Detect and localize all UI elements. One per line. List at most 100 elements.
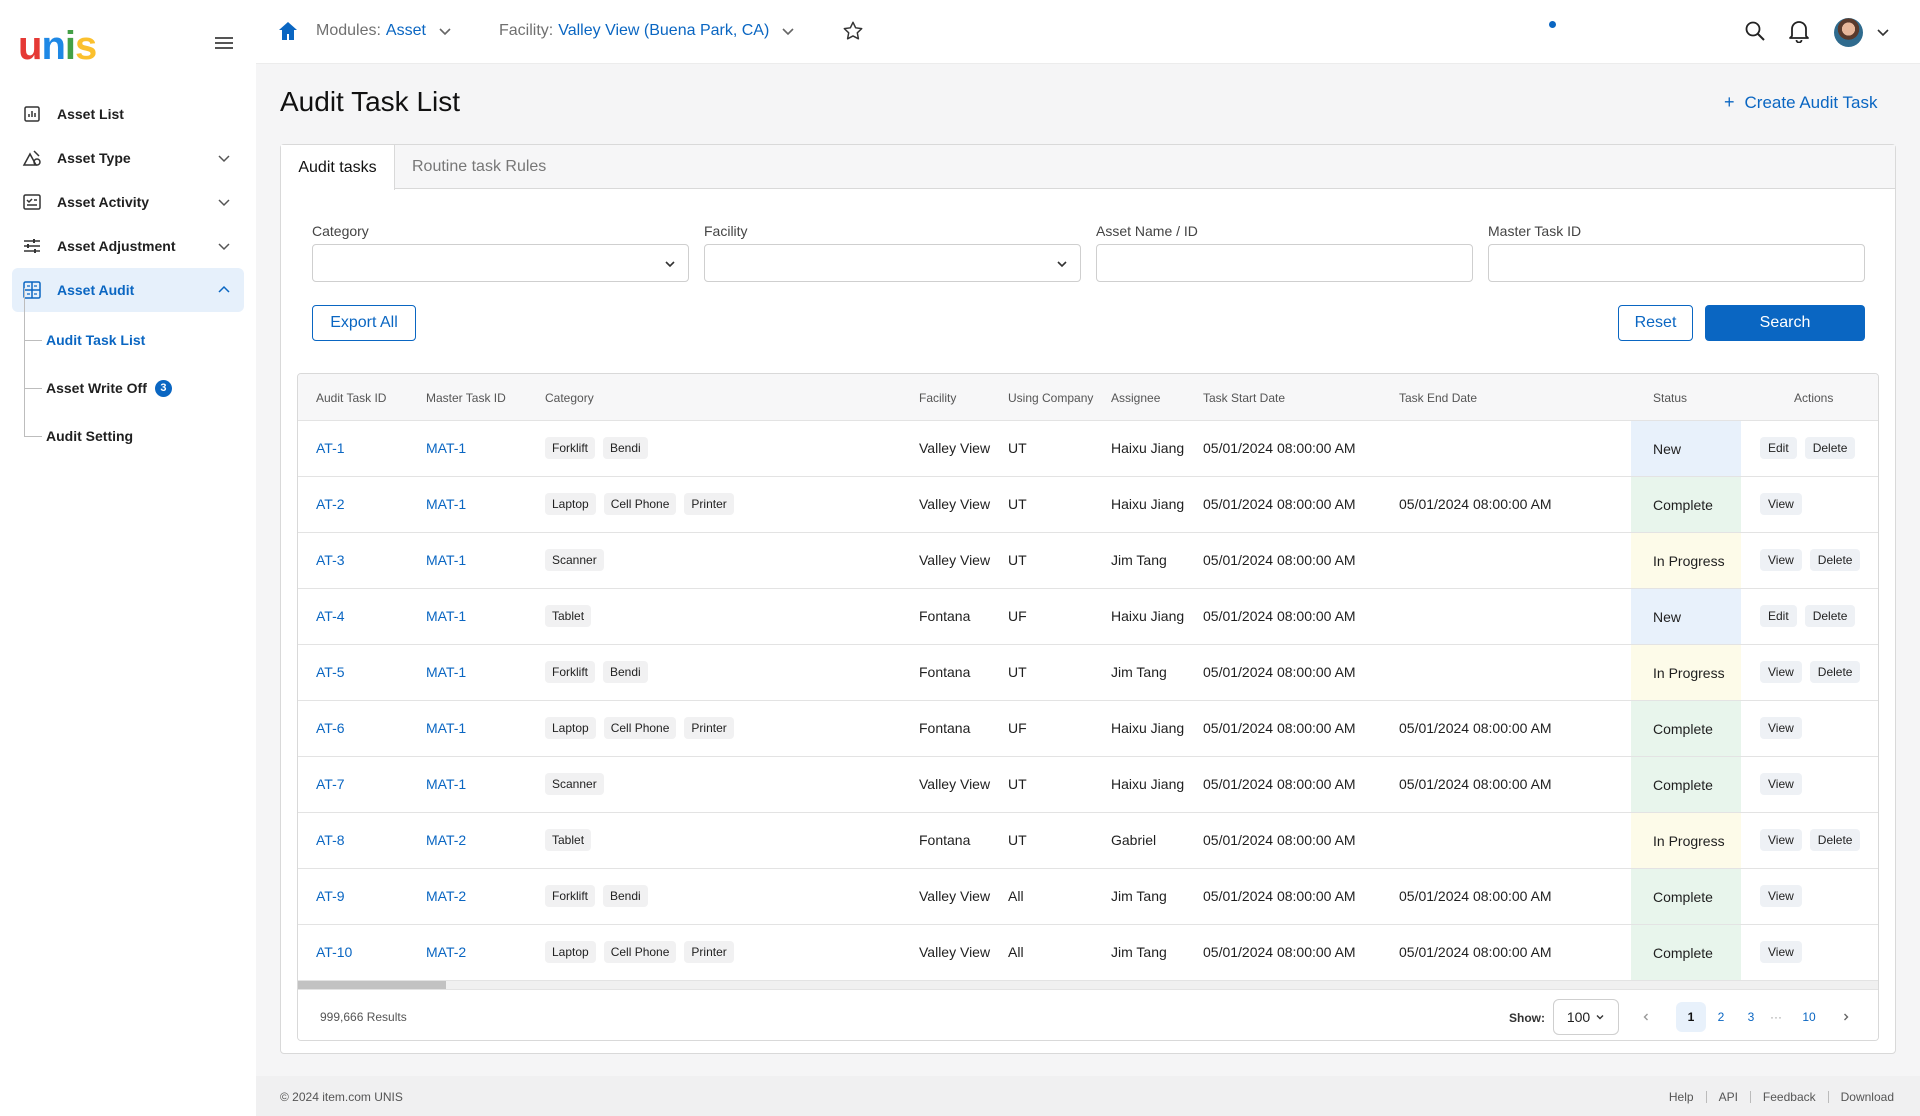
delete-button[interactable]: Delete [1809,829,1861,851]
chevron-down-icon[interactable] [1876,25,1890,39]
audit-task-id-link[interactable]: AT-9 [316,888,345,904]
footer-link-feedback[interactable]: Feedback [1763,1090,1816,1104]
edit-button[interactable]: Edit [1760,605,1797,627]
menu-toggle-icon[interactable] [212,34,236,54]
view-button[interactable]: View [1760,493,1802,515]
footer-link-help[interactable]: Help [1669,1090,1694,1104]
audit-task-id-link[interactable]: AT-5 [316,664,345,680]
master-task-id-link[interactable]: MAT-1 [426,608,466,624]
footer-links: Help API Feedback Download [1669,1090,1894,1104]
master-task-id-link[interactable]: MAT-1 [426,720,466,736]
show-label: Show: [1509,1011,1545,1025]
unis-logo[interactable]: unis [18,24,97,68]
row-actions: View Delete [1760,829,1861,851]
home-icon[interactable] [278,21,298,41]
reset-button[interactable]: Reset [1618,305,1693,341]
sidebar-item-asset-adjustment[interactable]: Asset Adjustment [12,224,244,268]
audit-task-id-link[interactable]: AT-3 [316,552,345,568]
chevron-down-icon[interactable] [216,238,232,254]
category-tag: Printer [684,941,734,963]
master-task-id-link[interactable]: MAT-2 [426,944,466,960]
assignee-cell: Haixu Jiang [1111,720,1185,736]
sidebar-item-asset-type[interactable]: Asset Type [12,136,244,180]
page-button-1[interactable]: 1 [1676,1002,1706,1032]
sidebar-item-asset-activity[interactable]: Asset Activity [12,180,244,224]
tab-audit-tasks[interactable]: Audit tasks [281,145,395,190]
view-button[interactable]: View [1760,885,1802,907]
category-select[interactable] [312,244,689,282]
facility-select[interactable] [704,244,1081,282]
page-button-2[interactable]: 2 [1706,1002,1736,1032]
sidebar-item-asset-list[interactable]: Asset List [12,92,244,136]
facility-selector[interactable]: Facility: Valley View (Buena Park, CA) [499,22,795,40]
audit-task-id-link[interactable]: AT-2 [316,496,345,512]
view-button[interactable]: View [1760,717,1802,739]
master-task-id-link[interactable]: MAT-1 [426,440,466,456]
master-task-id-link[interactable]: MAT-2 [426,888,466,904]
sidebar-subitem-audit-setting[interactable]: Audit Setting [24,426,133,446]
search-button[interactable]: Search [1705,305,1865,341]
assignee-cell: Gabriel [1111,832,1157,848]
tab-routine-task-rules[interactable]: Routine task Rules [412,145,546,189]
category-tag: Cell Phone [603,717,677,739]
category-tags: Forklift Bendi [545,661,648,683]
master-task-id-input[interactable] [1488,244,1865,282]
chevron-down-icon [439,28,451,36]
sidebar-subitem-label: Audit Task List [46,332,146,348]
create-audit-task-button[interactable]: + Create Audit Task [1724,92,1877,113]
scrollbar-thumb[interactable] [298,981,446,989]
master-task-id-link[interactable]: MAT-1 [426,776,466,792]
avatar[interactable] [1834,18,1863,47]
sidebar-subitem-audit-task-list[interactable]: Audit Task List [24,330,145,350]
view-button[interactable]: View [1760,773,1802,795]
search-icon[interactable] [1744,20,1766,42]
task-end-date-cell: 05/01/2024 08:00:00 AM [1399,496,1552,512]
audit-task-id-link[interactable]: AT-7 [316,776,345,792]
category-tag: Cell Phone [603,493,677,515]
page-button-10[interactable]: 10 [1794,1002,1824,1032]
edit-button[interactable]: Edit [1760,437,1797,459]
asset-name-input[interactable] [1096,244,1473,282]
bell-icon[interactable] [1788,19,1810,43]
audit-task-id-link[interactable]: AT-10 [316,944,352,960]
horizontal-scrollbar[interactable] [298,981,1878,989]
chevron-down-icon[interactable] [216,150,232,166]
view-button[interactable]: View [1760,661,1802,683]
view-button[interactable]: View [1760,941,1802,963]
delete-button[interactable]: Delete [1804,605,1856,627]
column-header: Status [1653,391,1688,405]
prev-page-button[interactable] [1631,1002,1661,1032]
delete-button[interactable]: Delete [1809,549,1861,571]
chevron-down-icon[interactable] [216,194,232,210]
audit-task-id-link[interactable]: AT-4 [316,608,345,624]
chevron-down-icon [665,261,675,268]
delete-button[interactable]: Delete [1804,437,1856,459]
star-icon[interactable] [842,20,864,42]
audit-task-id-link[interactable]: AT-1 [316,440,345,456]
audit-task-id-link[interactable]: AT-6 [316,720,345,736]
next-page-button[interactable] [1831,1002,1861,1032]
sidebar-item-asset-audit[interactable]: Asset Audit [12,268,244,312]
tab-bar: Audit tasks Routine task Rules [281,145,1895,190]
chevron-up-icon[interactable] [216,282,232,298]
footer-link-api[interactable]: API [1719,1090,1738,1104]
audit-task-id-link[interactable]: AT-8 [316,832,345,848]
export-all-button[interactable]: Export All [312,305,416,341]
page-footer: © 2024 item.com UNIS Help API Feedback D… [256,1076,1920,1116]
category-tag: Cell Phone [603,941,677,963]
delete-button[interactable]: Delete [1809,661,1861,683]
sidebar-subitem-asset-write-off[interactable]: Asset Write Off 3 [24,378,172,398]
view-button[interactable]: View [1760,549,1802,571]
view-button[interactable]: View [1760,829,1802,851]
master-task-id-link[interactable]: MAT-1 [426,664,466,680]
master-task-id-link[interactable]: MAT-1 [426,496,466,512]
table-row: AT-9 MAT-2 Forklift Bendi Valley View All Jim … [298,869,1878,925]
footer-link-download[interactable]: Download [1841,1090,1894,1104]
master-task-id-link[interactable]: MAT-2 [426,832,466,848]
table-row: AT-4 MAT-1 Tablet Fontana UF Haixu Jiang 05/01… [298,589,1878,645]
count-badge: 3 [154,379,172,397]
module-selector[interactable]: Modules: Asset [316,22,452,40]
page-size-select[interactable]: 100 [1553,999,1619,1035]
master-task-id-link[interactable]: MAT-1 [426,552,466,568]
facility-cell: Valley View [919,776,991,792]
